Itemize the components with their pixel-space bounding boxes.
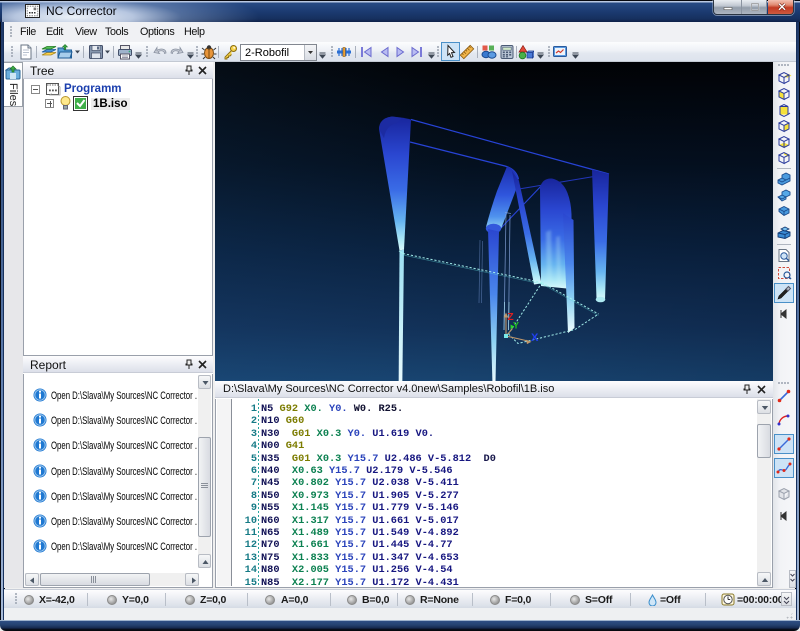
svg-text:Y: Y	[513, 321, 519, 331]
svg-text:X: X	[531, 332, 539, 344]
